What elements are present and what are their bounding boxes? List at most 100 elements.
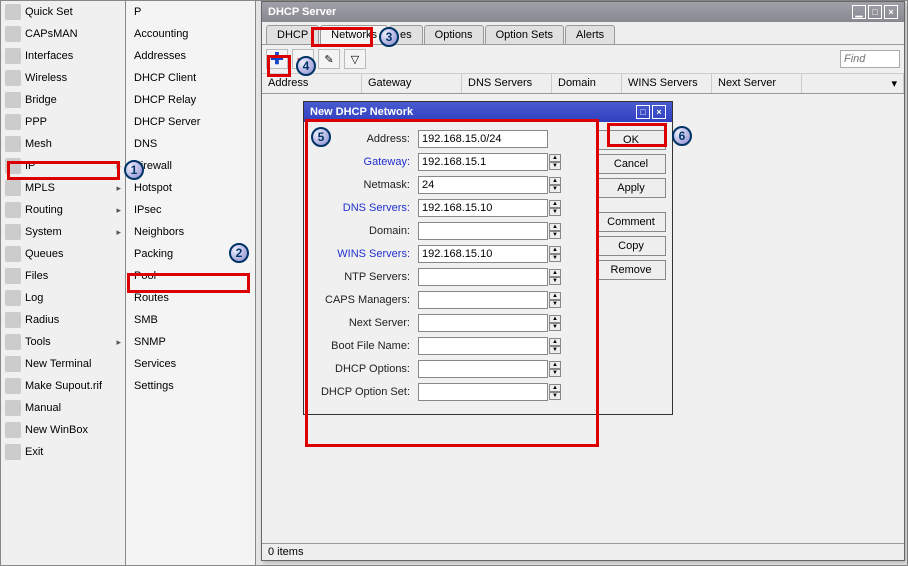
submenu-item-pool[interactable]: Pool <box>126 265 255 287</box>
sidebar-item-exit[interactable]: Exit <box>1 441 125 463</box>
sidebar-item-ppp[interactable]: PPP <box>1 111 125 133</box>
tab-alerts[interactable]: Alerts <box>565 25 615 44</box>
stepper-down-icon[interactable]: ▼ <box>549 369 561 377</box>
stepper-up-icon[interactable]: ▲ <box>549 315 561 323</box>
submenu-item-accounting[interactable]: Accounting <box>126 23 255 45</box>
stepper-down-icon[interactable]: ▼ <box>549 300 561 308</box>
submenu-item-dhcp-relay[interactable]: DHCP Relay <box>126 89 255 111</box>
stepper-down-icon[interactable]: ▼ <box>549 323 561 331</box>
stepper-domain[interactable]: ▲▼ <box>549 223 561 239</box>
stepper-up-icon[interactable]: ▲ <box>549 177 561 185</box>
window-close-icon[interactable]: × <box>884 5 898 19</box>
input-wins[interactable] <box>418 245 548 263</box>
column-menu-icon[interactable]: ▾ <box>802 74 904 93</box>
submenu-item-smb[interactable]: SMB <box>126 309 255 331</box>
remove-button[interactable]: Remove <box>596 260 666 280</box>
input-boot[interactable] <box>418 337 548 355</box>
column-header[interactable]: Gateway <box>362 74 462 93</box>
submenu-item-firewall[interactable]: Firewall <box>126 155 255 177</box>
tab-option-sets[interactable]: Option Sets <box>485 25 564 44</box>
filter-button[interactable]: ▽ <box>344 49 366 69</box>
comment-button[interactable]: Comment <box>596 212 666 232</box>
column-header[interactable]: WINS Servers <box>622 74 712 93</box>
sidebar-item-bridge[interactable]: Bridge <box>1 89 125 111</box>
window-min-icon[interactable]: ▁ <box>852 5 866 19</box>
stepper-caps[interactable]: ▲▼ <box>549 292 561 308</box>
input-address[interactable] <box>418 130 548 148</box>
stepper-down-icon[interactable]: ▼ <box>549 392 561 400</box>
stepper-down-icon[interactable]: ▼ <box>549 346 561 354</box>
input-dns[interactable] <box>418 199 548 217</box>
stepper-boot[interactable]: ▲▼ <box>549 338 561 354</box>
column-header[interactable]: DNS Servers <box>462 74 552 93</box>
stepper-down-icon[interactable]: ▼ <box>549 254 561 262</box>
input-gateway[interactable] <box>418 153 548 171</box>
submenu-item-ipsec[interactable]: IPsec <box>126 199 255 221</box>
add-button[interactable]: ✚ <box>266 49 288 69</box>
column-header[interactable]: Domain <box>552 74 622 93</box>
submenu-item-services[interactable]: Services <box>126 353 255 375</box>
sidebar-item-interfaces[interactable]: Interfaces <box>1 45 125 67</box>
input-netmask[interactable] <box>418 176 548 194</box>
input-ntp[interactable] <box>418 268 548 286</box>
stepper-dns[interactable]: ▲▼ <box>549 200 561 216</box>
stepper-dhcpopt[interactable]: ▲▼ <box>549 361 561 377</box>
stepper-up-icon[interactable]: ▲ <box>549 246 561 254</box>
sidebar-item-ip[interactable]: IP▸ <box>1 155 125 177</box>
sidebar-item-files[interactable]: Files <box>1 265 125 287</box>
stepper-next[interactable]: ▲▼ <box>549 315 561 331</box>
submenu-item-dhcp-client[interactable]: DHCP Client <box>126 67 255 89</box>
sidebar-item-queues[interactable]: Queues <box>1 243 125 265</box>
submenu-item-dns[interactable]: DNS <box>126 133 255 155</box>
input-caps[interactable] <box>418 291 548 309</box>
stepper-down-icon[interactable]: ▼ <box>549 277 561 285</box>
sidebar-item-mesh[interactable]: Mesh <box>1 133 125 155</box>
submenu-item-hotspot[interactable]: Hotspot <box>126 177 255 199</box>
sidebar-item-quick-set[interactable]: Quick Set <box>1 1 125 23</box>
tab-dhcp[interactable]: DHCP <box>266 25 319 44</box>
find-input[interactable] <box>840 50 900 68</box>
tab-options[interactable]: Options <box>424 25 484 44</box>
sidebar-item-routing[interactable]: Routing▸ <box>1 199 125 221</box>
stepper-ntp[interactable]: ▲▼ <box>549 269 561 285</box>
submenu-item-snmp[interactable]: SNMP <box>126 331 255 353</box>
sidebar-item-log[interactable]: Log <box>1 287 125 309</box>
window-max-icon[interactable]: □ <box>868 5 882 19</box>
stepper-up-icon[interactable]: ▲ <box>549 269 561 277</box>
sidebar-item-mpls[interactable]: MPLS▸ <box>1 177 125 199</box>
stepper-down-icon[interactable]: ▼ <box>549 185 561 193</box>
column-header[interactable]: Address <box>262 74 362 93</box>
stepper-down-icon[interactable]: ▼ <box>549 162 561 170</box>
stepper-up-icon[interactable]: ▲ <box>549 338 561 346</box>
submenu-item-settings[interactable]: Settings <box>126 375 255 397</box>
sidebar-item-system[interactable]: System▸ <box>1 221 125 243</box>
column-header[interactable]: Next Server <box>712 74 802 93</box>
apply-button[interactable]: Apply <box>596 178 666 198</box>
sidebar-item-manual[interactable]: Manual <box>1 397 125 419</box>
stepper-down-icon[interactable]: ▼ <box>549 208 561 216</box>
edit-button[interactable]: ✎ <box>318 49 340 69</box>
input-dhcpopt[interactable] <box>418 360 548 378</box>
input-dhcpset[interactable] <box>418 383 548 401</box>
submenu-item-addresses[interactable]: Addresses <box>126 45 255 67</box>
sidebar-item-capsman[interactable]: CAPsMAN <box>1 23 125 45</box>
dialog-min-icon[interactable]: □ <box>636 105 650 119</box>
submenu-item-routes[interactable]: Routes <box>126 287 255 309</box>
submenu-item-dhcp-server[interactable]: DHCP Server <box>126 111 255 133</box>
sidebar-item-wireless[interactable]: Wireless <box>1 67 125 89</box>
input-next[interactable] <box>418 314 548 332</box>
stepper-down-icon[interactable]: ▼ <box>549 231 561 239</box>
sidebar-item-tools[interactable]: Tools▸ <box>1 331 125 353</box>
submenu-item-p[interactable]: P <box>126 1 255 23</box>
stepper-dhcpset[interactable]: ▲▼ <box>549 384 561 400</box>
sidebar-item-new-terminal[interactable]: New Terminal <box>1 353 125 375</box>
input-domain[interactable] <box>418 222 548 240</box>
stepper-up-icon[interactable]: ▲ <box>549 223 561 231</box>
copy-button[interactable]: Copy <box>596 236 666 256</box>
stepper-up-icon[interactable]: ▲ <box>549 200 561 208</box>
dialog-close-icon[interactable]: × <box>652 105 666 119</box>
submenu-item-neighbors[interactable]: Neighbors <box>126 221 255 243</box>
ok-button[interactable]: OK <box>596 130 666 150</box>
stepper-up-icon[interactable]: ▲ <box>549 154 561 162</box>
stepper-up-icon[interactable]: ▲ <box>549 361 561 369</box>
